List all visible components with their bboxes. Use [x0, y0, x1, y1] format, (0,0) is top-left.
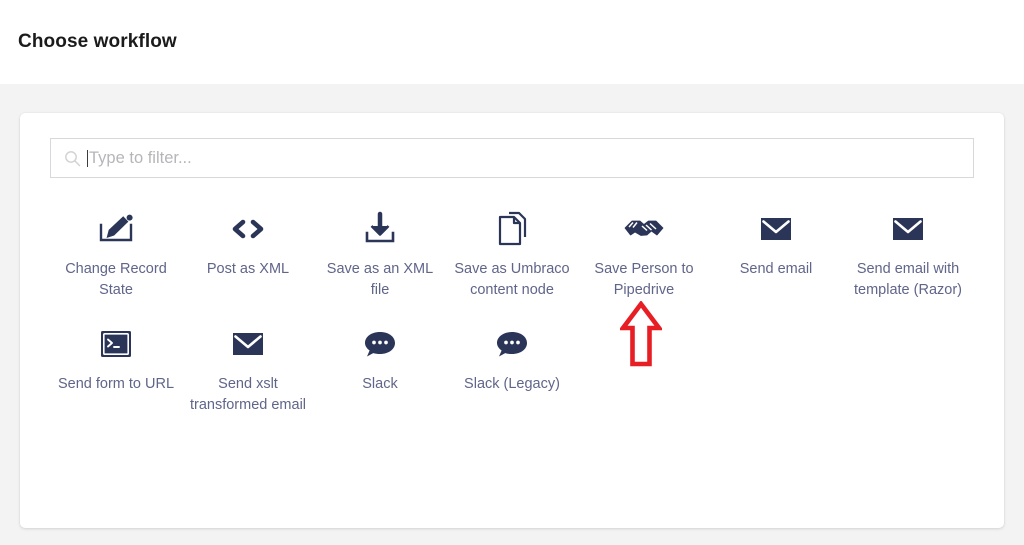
- search-icon: [64, 150, 81, 167]
- workflow-tile-post-as-xml[interactable]: Post as XML: [182, 208, 314, 301]
- workflow-grid: Change Record State Post as XML Save as …: [50, 208, 974, 416]
- workflow-label: Change Record State: [65, 261, 167, 298]
- page-title: Choose workflow: [18, 31, 177, 52]
- workflow-tile-slack[interactable]: Slack: [314, 323, 446, 416]
- envelope-icon: [228, 323, 268, 365]
- workflow-tile-send-email-with-template[interactable]: Send email with template (Razor): [842, 208, 974, 301]
- page-header: Choose workflow: [0, 0, 1024, 84]
- workflow-tile-send-form-to-url[interactable]: Send form to URL: [50, 323, 182, 416]
- terminal-icon: [98, 323, 134, 365]
- workflow-label: Slack: [362, 376, 398, 392]
- envelope-icon: [756, 208, 796, 250]
- search-input[interactable]: [89, 139, 963, 177]
- speech-bubble-icon: [494, 323, 530, 365]
- grid-empty-cell: [578, 323, 710, 416]
- edit-box-icon: [96, 208, 136, 250]
- grid-empty-cell: [710, 323, 842, 416]
- workflow-label: Send email: [739, 261, 813, 277]
- workflow-tile-save-person-to-pipedrive[interactable]: Save Person to Pipedrive: [578, 208, 710, 301]
- speech-bubble-icon: [362, 323, 398, 365]
- download-tray-icon: [360, 208, 400, 250]
- workflow-tile-send-xslt-transformed-email[interactable]: Send xslt transformed email: [182, 323, 314, 416]
- workflow-picker-card: Change Record State Post as XML: [20, 113, 1004, 528]
- text-cursor: [87, 149, 88, 167]
- workflow-label: Save as Umbraco content node: [454, 261, 570, 298]
- handshake-icon: [623, 208, 665, 250]
- workflow-tile-send-email[interactable]: Send email: [710, 208, 842, 301]
- workflow-tile-save-as-xml-file[interactable]: Save as an XML file: [314, 208, 446, 301]
- workflow-label: Slack (Legacy): [464, 376, 560, 392]
- workflow-label: Save as an XML file: [326, 261, 434, 298]
- filter-search-box[interactable]: [50, 138, 974, 178]
- code-brackets-icon: [228, 208, 268, 250]
- workflow-label: Post as XML: [206, 261, 290, 277]
- workflow-label: Save Person to Pipedrive: [594, 261, 694, 298]
- workflow-label: Send email with template (Razor): [854, 261, 962, 298]
- workflow-label: Send form to URL: [57, 376, 175, 392]
- page-body: Change Record State Post as XML: [0, 84, 1024, 545]
- grid-empty-cell: [842, 323, 974, 416]
- envelope-icon: [888, 208, 928, 250]
- workflow-label: Send xslt transformed email: [189, 376, 307, 413]
- workflow-tile-save-as-umbraco-node[interactable]: Save as Umbraco content node: [446, 208, 578, 301]
- workflow-tile-change-record-state[interactable]: Change Record State: [50, 208, 182, 301]
- copy-documents-icon: [492, 208, 532, 250]
- workflow-tile-slack-legacy[interactable]: Slack (Legacy): [446, 323, 578, 416]
